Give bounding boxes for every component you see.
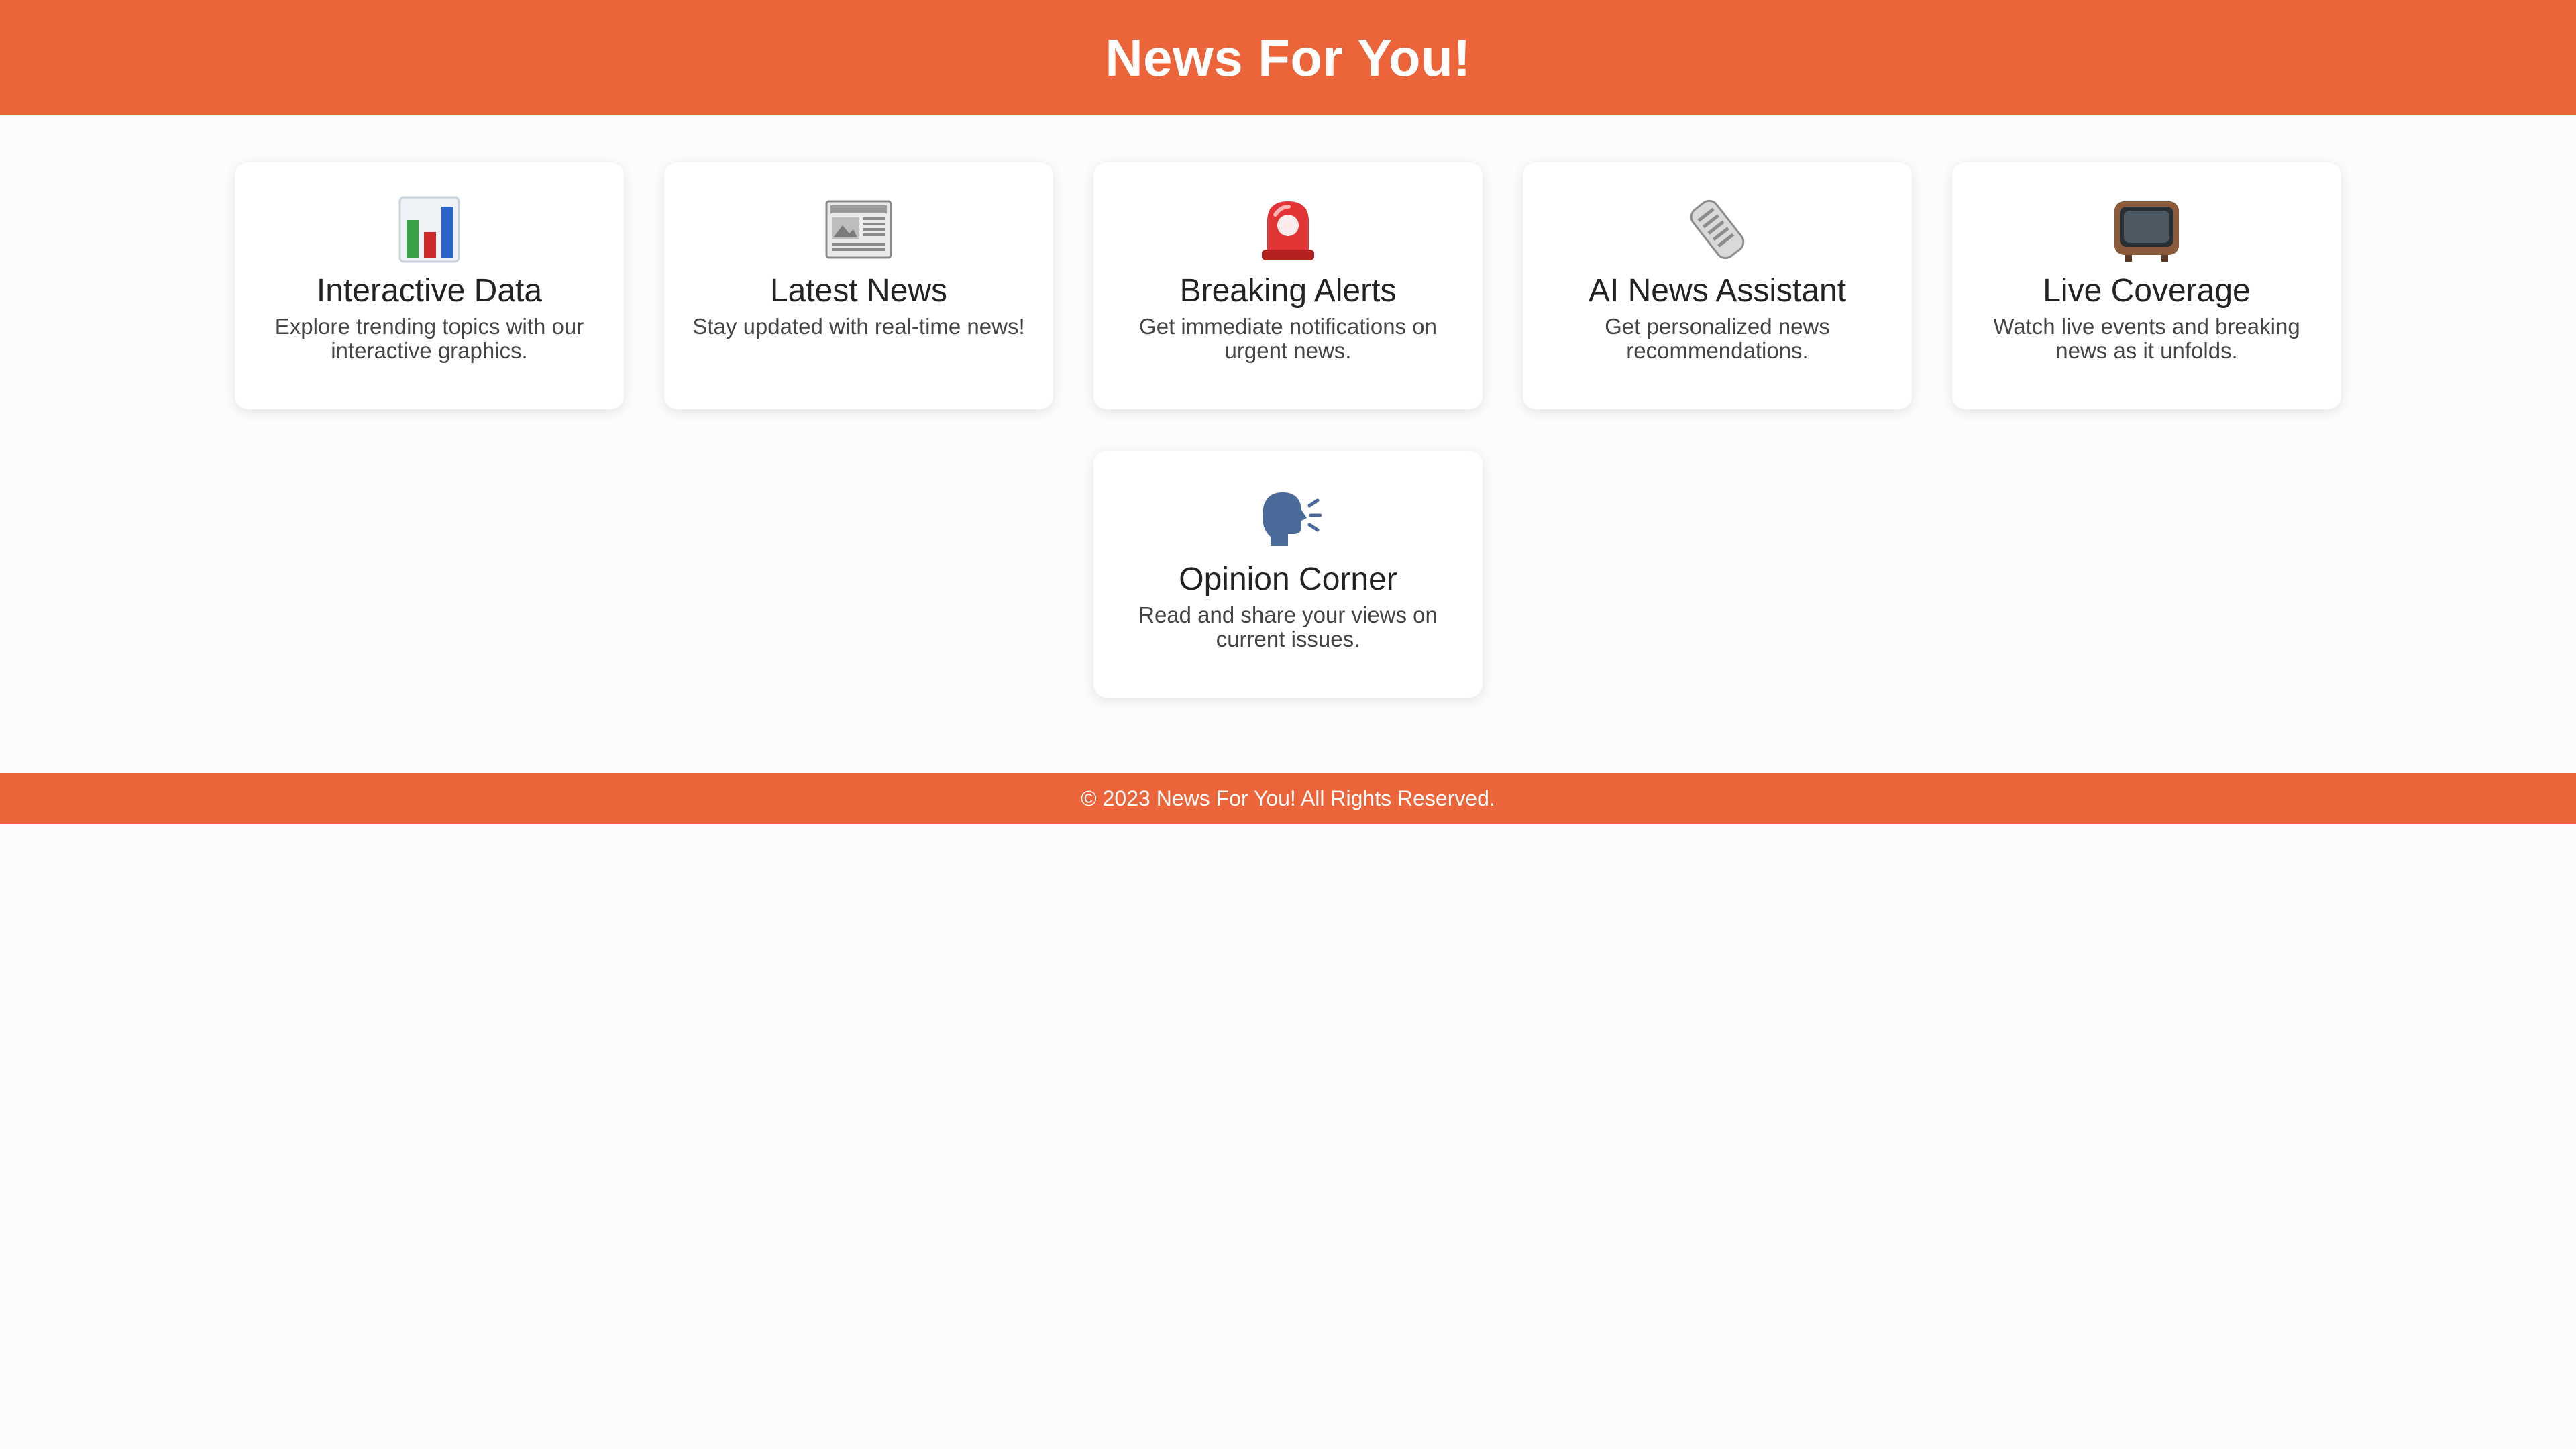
- card-title: Live Coverage: [2043, 273, 2251, 309]
- rolled-newspaper-icon: [1550, 195, 1885, 264]
- card-title: Interactive Data: [316, 273, 543, 309]
- card-breaking-alerts[interactable]: Breaking Alerts Get immediate notificati…: [1093, 162, 1483, 409]
- card-description: Get immediate notifications on urgent ne…: [1139, 314, 1437, 364]
- site-header: News For You!: [0, 0, 2576, 115]
- footer-copyright: © 2023 News For You! All Rights Reserved…: [1081, 786, 1495, 810]
- card-description: Watch live events and breaking news as i…: [1993, 314, 2300, 364]
- card-live-coverage[interactable]: Live Coverage Watch live events and brea…: [1952, 162, 2341, 409]
- card-title: AI News Assistant: [1588, 273, 1847, 309]
- card-description: Read and share your views on current iss…: [1138, 602, 1438, 652]
- site-footer: © 2023 News For You! All Rights Reserved…: [0, 773, 2576, 824]
- siren-icon: [1120, 195, 1456, 264]
- card-description: Explore trending topics with our interac…: [274, 314, 584, 364]
- feature-cards: Interactive Data Explore trending topics…: [0, 115, 2576, 773]
- newspaper-icon: [691, 195, 1026, 264]
- page-background: [0, 824, 2576, 1449]
- card-interactive-data[interactable]: Interactive Data Explore trending topics…: [235, 162, 624, 409]
- page-title: News For You!: [1105, 28, 1471, 87]
- speaking-head-icon: [1120, 483, 1456, 553]
- card-latest-news[interactable]: Latest News Stay updated with real-time …: [664, 162, 1053, 409]
- card-title: Latest News: [769, 273, 948, 309]
- card-description: Get personalized news recommendations.: [1605, 314, 1830, 364]
- card-opinion-corner[interactable]: Opinion Corner Read and share your views…: [1093, 451, 1483, 698]
- card-title: Opinion Corner: [1179, 561, 1397, 597]
- card-description: Stay updated with real-time news!: [692, 314, 1025, 339]
- television-icon: [1979, 195, 2314, 264]
- card-ai-news-assistant[interactable]: AI News Assistant Get personalized news …: [1523, 162, 1912, 409]
- card-title: Breaking Alerts: [1179, 273, 1397, 309]
- bar-chart-icon: [262, 195, 597, 264]
